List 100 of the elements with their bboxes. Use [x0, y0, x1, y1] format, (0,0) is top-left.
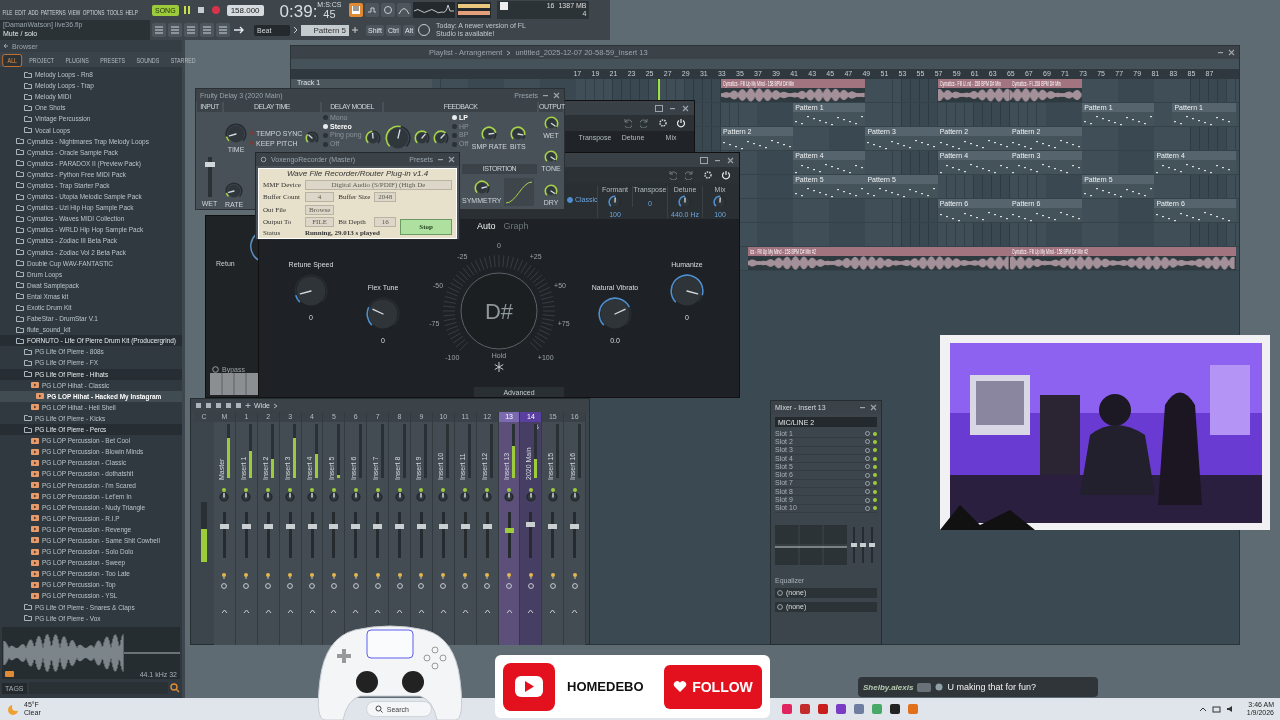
loop-icon[interactable]	[381, 3, 396, 17]
enable-led[interactable]	[419, 488, 424, 492]
enable-led[interactable]	[572, 488, 577, 492]
toggle-led[interactable]	[250, 141, 254, 145]
bulb-icon[interactable]	[243, 572, 250, 579]
switch-position[interactable]	[452, 115, 457, 120]
knob[interactable]	[394, 492, 405, 502]
route-icon[interactable]	[527, 583, 534, 589]
redo-icon[interactable]	[640, 118, 650, 128]
pin-icon[interactable]	[215, 402, 222, 409]
volume-fader[interactable]	[441, 512, 445, 558]
knob[interactable]	[364, 130, 381, 146]
undo-icon[interactable]	[667, 170, 677, 180]
slot-led[interactable]	[873, 473, 877, 478]
close-icon[interactable]	[1228, 49, 1235, 56]
volume-fader[interactable]	[222, 512, 226, 558]
knob[interactable]	[225, 123, 247, 145]
slot-led[interactable]	[873, 498, 877, 502]
volume-fader[interactable]	[354, 512, 358, 558]
enable-led[interactable]	[244, 488, 249, 492]
knob[interactable]	[307, 492, 317, 502]
knob[interactable]	[328, 492, 339, 502]
enable-led[interactable]	[441, 488, 446, 492]
route-icon[interactable]	[571, 583, 578, 589]
route-icon[interactable]	[440, 583, 447, 589]
menu-item[interactable]: OPTIONS	[82, 8, 105, 17]
enable-led[interactable]	[375, 488, 380, 492]
close-icon[interactable]	[448, 156, 455, 163]
mode-tab[interactable]: Auto	[477, 221, 496, 231]
network-icon[interactable]	[1211, 705, 1221, 713]
undo-icon[interactable]	[622, 118, 632, 128]
add-icon[interactable]	[245, 402, 251, 409]
bulb-icon[interactable]	[287, 572, 294, 579]
route-icon[interactable]	[287, 583, 294, 589]
add-icon[interactable]	[351, 24, 359, 36]
menu-item[interactable]: EDIT	[14, 8, 26, 17]
slot-led[interactable]	[873, 481, 877, 486]
menu-item[interactable]: PATTERNS	[40, 8, 66, 17]
split-icon[interactable]	[225, 402, 232, 409]
slot-led[interactable]	[873, 489, 877, 494]
route-icon[interactable]	[506, 583, 512, 589]
slot-led[interactable]	[873, 464, 877, 469]
knob[interactable]	[598, 297, 632, 331]
knob[interactable]	[294, 274, 328, 308]
knob[interactable]	[525, 492, 536, 502]
bulb-icon[interactable]	[221, 572, 228, 579]
channel-rack-icon[interactable]	[168, 23, 182, 37]
enable-led[interactable]	[397, 488, 402, 492]
bulb-icon[interactable]	[462, 572, 469, 579]
knob[interactable]	[263, 492, 274, 502]
tempo-display[interactable]: 158.000	[226, 4, 264, 16]
slot-led[interactable]	[873, 439, 877, 444]
switch-position[interactable]	[452, 133, 457, 138]
settings-icon[interactable]	[703, 170, 713, 180]
radio-icon[interactable]	[567, 196, 573, 203]
knob[interactable]	[544, 183, 558, 198]
curve-icon[interactable]	[397, 3, 412, 17]
knob[interactable]	[438, 492, 449, 502]
volume-fader[interactable]	[398, 512, 402, 558]
pattern-selector[interactable]: Pattern 5	[301, 24, 349, 36]
route-icon[interactable]	[309, 583, 315, 589]
pitch-dial[interactable]	[442, 254, 556, 351]
bypass-toggle-icon[interactable]	[212, 366, 219, 373]
mode-tab[interactable]: Graph	[503, 221, 529, 231]
bulb-icon[interactable]	[418, 572, 425, 579]
knob[interactable]	[482, 492, 493, 502]
slot-led[interactable]	[873, 506, 877, 511]
power-icon[interactable]	[721, 170, 731, 180]
menu-item[interactable]: VIEW	[68, 8, 81, 17]
route-icon[interactable]	[221, 583, 228, 589]
volume-fader[interactable]	[419, 512, 423, 558]
knob[interactable]	[366, 297, 400, 331]
knob[interactable]	[509, 126, 526, 142]
switch-position[interactable]	[452, 142, 457, 147]
settings-icon[interactable]	[260, 156, 267, 163]
route-icon[interactable]	[549, 583, 556, 589]
search-icon[interactable]	[170, 683, 180, 693]
knob[interactable]	[350, 492, 361, 502]
volume-icon[interactable]	[1225, 705, 1235, 713]
knob[interactable]	[372, 492, 383, 502]
knob[interactable]	[460, 492, 471, 502]
switch-position[interactable]	[323, 142, 328, 147]
volume-fader[interactable]	[551, 512, 555, 558]
bulb-icon[interactable]	[265, 572, 272, 579]
enable-led[interactable]	[266, 488, 271, 492]
knob[interactable]	[547, 492, 558, 502]
enable-led[interactable]	[528, 488, 533, 492]
snowflake-icon[interactable]	[494, 361, 504, 373]
close-icon[interactable]	[553, 92, 560, 99]
route-icon[interactable]	[462, 583, 469, 589]
bulb-icon[interactable]	[571, 572, 578, 579]
knob[interactable]	[219, 492, 230, 502]
volume-fader[interactable]	[507, 512, 511, 558]
redo-icon[interactable]	[685, 170, 695, 180]
bulb-icon[interactable]	[330, 572, 337, 579]
volume-fader[interactable]	[244, 512, 248, 558]
volume-fader[interactable]	[266, 512, 270, 558]
power-icon[interactable]	[676, 118, 686, 128]
knob[interactable]	[670, 274, 704, 308]
slot-led[interactable]	[873, 456, 877, 461]
